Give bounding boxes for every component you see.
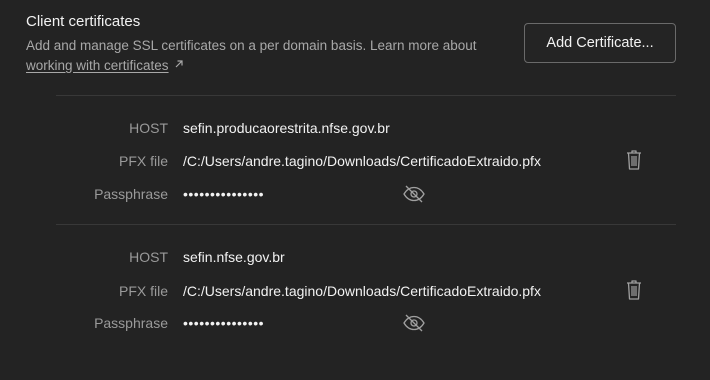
passphrase-row: Passphrase ••••••••••••••• [0,184,710,204]
trash-icon[interactable] [624,278,644,302]
working-with-certificates-link[interactable]: working with certificates [26,58,169,73]
passphrase-label: Passphrase [94,315,168,331]
passphrase-value[interactable]: ••••••••••••••• [183,184,264,204]
pfx-row: PFX file /C:/Users/andre.tagino/Download… [0,278,710,302]
external-link-icon [173,56,185,76]
host-row: HOST sefin.nfse.gov.br [0,247,710,267]
host-value: sefin.producaorestrita.nfse.gov.br [183,120,390,136]
passphrase-value[interactable]: ••••••••••••••• [183,313,264,333]
divider [56,224,676,225]
section-title: Client certificates [26,13,141,30]
pfx-file-value[interactable]: /C:/Users/andre.tagino/Downloads/Certifi… [183,281,541,301]
trash-icon[interactable] [624,148,644,172]
passphrase-row: Passphrase ••••••••••••••• [0,313,710,333]
eye-off-icon[interactable] [402,312,426,334]
divider [56,95,676,96]
eye-off-icon[interactable] [402,183,426,205]
pfx-file-value[interactable]: /C:/Users/andre.tagino/Downloads/Certifi… [183,151,541,171]
host-row: HOST sefin.producaorestrita.nfse.gov.br [0,118,710,138]
host-value: sefin.nfse.gov.br [183,249,285,265]
description-text: Add and manage SSL certificates on a per… [26,38,477,53]
pfx-row: PFX file /C:/Users/andre.tagino/Download… [0,148,710,172]
section-header: Client certificates Add and manage SSL c… [26,12,496,76]
passphrase-label: Passphrase [94,186,168,202]
pfx-label: PFX file [118,283,168,299]
add-certificate-button[interactable]: Add Certificate... [524,23,676,63]
pfx-label: PFX file [118,153,168,169]
host-label: HOST [129,120,168,136]
section-description: Add and manage SSL certificates on a per… [26,36,496,76]
host-label: HOST [129,249,168,265]
